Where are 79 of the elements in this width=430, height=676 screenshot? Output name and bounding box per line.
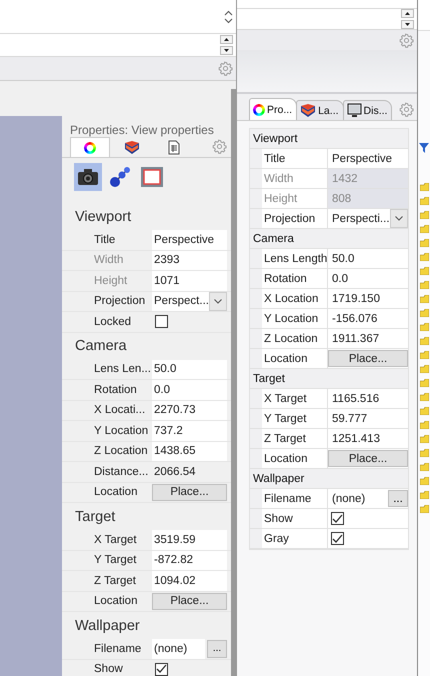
spin-down-icon[interactable] (401, 20, 414, 29)
checkbox[interactable] (331, 532, 344, 545)
chevron-down-icon[interactable] (224, 18, 233, 24)
value-field[interactable]: Perspective (152, 230, 227, 250)
spin-up-icon[interactable] (220, 35, 233, 44)
value-field[interactable]: 1438.65 (152, 442, 227, 461)
value-field[interactable]: -872.82 (152, 550, 227, 570)
property-label: Z Location (94, 444, 149, 460)
dropdown-caret-icon[interactable] (390, 209, 408, 228)
section-header: Wallpaper (74, 616, 141, 636)
property-label: Distance... (94, 464, 150, 480)
dropdown-caret-icon[interactable] (209, 292, 227, 311)
property-label: Width (94, 253, 124, 268)
value-field[interactable]: 737.2 (152, 421, 227, 440)
property-label: Projection (94, 294, 146, 310)
property-label: Rotation (94, 382, 138, 398)
number-field[interactable] (237, 9, 417, 30)
value-field[interactable]: 50.0 (152, 360, 227, 379)
spheres-icon (109, 166, 131, 188)
property-label: X Locati... (94, 403, 146, 418)
chevron-up-icon[interactable] (224, 10, 233, 16)
section-header: Camera (250, 229, 408, 249)
checkbox[interactable] (331, 512, 344, 525)
property-label: Lens Len... (94, 362, 152, 378)
property-label: Height (94, 274, 128, 289)
scrollbar[interactable] (231, 89, 236, 676)
property-label: Title (94, 232, 116, 248)
section-header: Target (250, 369, 408, 389)
place-button[interactable]: Place... (152, 592, 227, 610)
value-field[interactable]: 3519.59 (152, 530, 227, 550)
text-field[interactable] (0, 0, 236, 34)
text-field[interactable] (237, 0, 417, 9)
checkbox[interactable] (155, 315, 168, 328)
property-label: Y Location (94, 424, 150, 439)
panel-tab[interactable] (70, 137, 110, 157)
section-header: Wallpaper (250, 469, 408, 489)
property-label: Locked (94, 314, 132, 330)
section-header: Camera (74, 337, 128, 356)
property-label: Show (262, 509, 328, 528)
layers-icon (124, 140, 140, 155)
property-label: X Target (94, 532, 138, 548)
section-header: Viewport (250, 129, 408, 149)
panel-tab[interactable]: La... (296, 100, 344, 120)
browse-button[interactable]: ... (388, 490, 408, 507)
section-header: Target (74, 508, 116, 526)
property-label: Show (94, 662, 124, 676)
filename-field[interactable]: (none) (152, 639, 205, 658)
document-icon (168, 140, 180, 155)
property-label: Y Target (94, 553, 138, 568)
property-label: Location (94, 485, 138, 500)
property-label: Location (94, 594, 138, 610)
spin-up-icon[interactable] (401, 9, 414, 18)
camera-icon (77, 168, 99, 186)
color-wheel-icon (253, 104, 265, 116)
place-button[interactable]: Place... (328, 450, 408, 467)
browse-button[interactable]: ... (207, 640, 227, 658)
spin-down-icon[interactable] (220, 46, 233, 55)
panel-title: Properties: View properties (69, 123, 215, 137)
property-label: Filename (94, 642, 142, 657)
value-text: 2066.54 (153, 464, 197, 480)
place-button[interactable]: Place... (152, 484, 227, 501)
filter-icon[interactable] (419, 143, 429, 153)
frame-icon (140, 166, 164, 188)
panel-tab[interactable]: Dis... (342, 100, 392, 120)
place-button[interactable]: Place... (328, 350, 408, 367)
view-tab[interactable] (74, 163, 102, 191)
monitor-icon (346, 103, 362, 118)
property-label: Z Target (94, 574, 137, 589)
checkbox[interactable] (155, 662, 168, 676)
layers-icon (300, 103, 316, 118)
property-label: Gray (262, 529, 328, 548)
color-wheel-icon (84, 142, 96, 154)
number-field[interactable] (0, 34, 236, 57)
value-field[interactable]: 0.0 (152, 380, 227, 400)
value-field[interactable]: 2270.73 (152, 400, 227, 420)
section-header: Viewport (74, 208, 132, 226)
panel-tab[interactable]: Pro... (249, 98, 298, 120)
text-field[interactable] (418, 0, 430, 31)
value-field[interactable]: 1094.02 (152, 571, 227, 590)
